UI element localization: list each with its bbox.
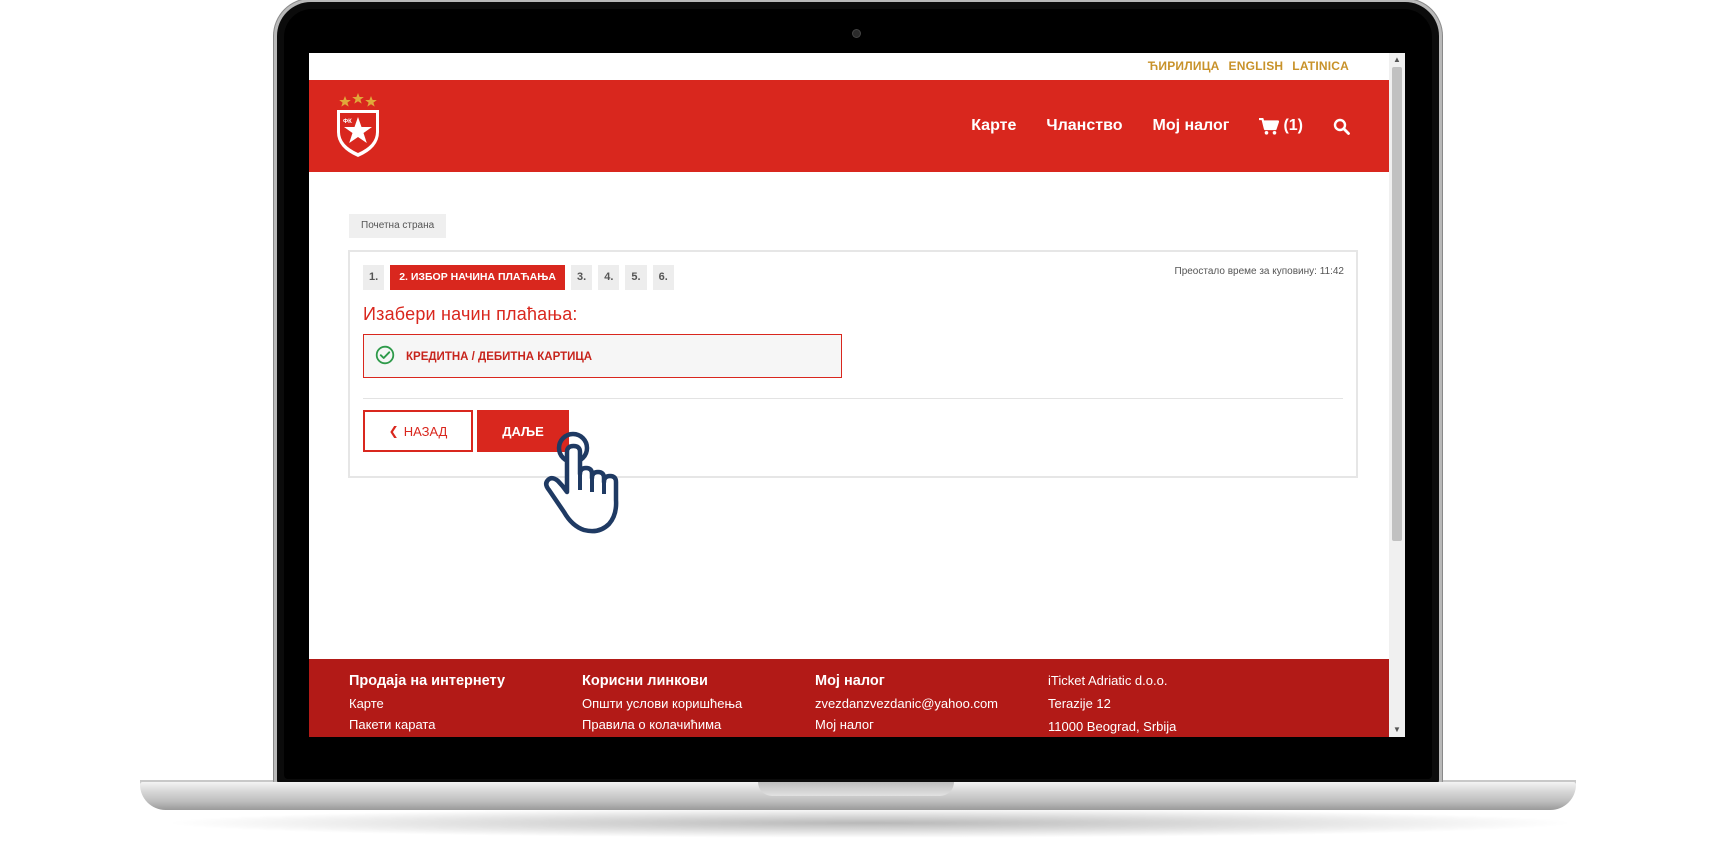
site-header: ФК Карте Чланство Мој налог (1) [309,80,1389,172]
footer-col-title: Продаја на интернету [349,673,506,689]
breadcrumb[interactable]: Почетна страна [349,214,447,238]
footer-street: Terazije 12 [1048,696,1111,711]
laptop-notch [758,782,954,796]
cart-icon [1259,117,1280,135]
nav-my-account[interactable]: Мој налог [1152,117,1229,135]
screen: ЋИРИЛИЦА ENGLISH LATINICA ФК Карте Чланс… [309,53,1405,737]
divider [363,398,1343,399]
svg-text:ФК: ФК [343,119,352,125]
search-button[interactable] [1333,118,1350,135]
footer-col-my-account: Мој налог zvezdanzvezdanic@yahoo.com Мој… [815,673,998,737]
payment-heading: Изабери начин плаћања: [363,304,578,324]
camera [853,30,860,37]
back-button[interactable]: ❮ НАЗАД [363,410,473,452]
scroll-down-arrow[interactable]: ▼ [1389,723,1405,737]
footer-col-useful-links: Корисни линкови Општи услови коришћења П… [582,673,742,737]
main-nav: Карте Чланство Мој налог (1) [941,80,1350,172]
footer-col-title: Корисни линкови [582,673,708,689]
lang-english-link[interactable]: ENGLISH [1229,59,1284,73]
footer-user-email[interactable]: zvezdanzvezdanic@yahoo.com [815,696,998,711]
lang-latin-link[interactable]: LATINICA [1292,59,1349,73]
payment-option-card[interactable]: КРЕДИТНА / ДЕБИТНА КАРТИЦА [363,334,842,378]
chevron-left-icon: ❮ [388,424,399,438]
footer-link-ticket-packages[interactable]: Пакети карата [349,717,505,732]
footer-city: 11000 Beograd, Srbija [1048,719,1177,734]
footer-link-tickets[interactable]: Карте [349,696,505,711]
checkout-steps: 1. 2. ИЗБОР НАЧИНА ПЛАЋАЊА 3. 4. 5. 6. [363,265,674,290]
nav-tickets[interactable]: Карте [971,117,1016,135]
footer-col-online-sales: Продаја на интернету Карте Пакети карата [349,673,505,737]
footer-link-cookies[interactable]: Правила о колачићима [582,717,742,732]
footer-link-my-account[interactable]: Мој налог [815,717,998,732]
nav-membership[interactable]: Чланство [1046,117,1122,135]
step-1[interactable]: 1. [363,265,385,290]
step-3: 3. [571,265,593,290]
footer-company-name: iTicket Adriatic d.o.o. [1048,673,1168,688]
payment-option-label: КРЕДИТНА / ДЕБИТНА КАРТИЦА [406,351,593,363]
web-page: ЋИРИЛИЦА ENGLISH LATINICA ФК Карте Чланс… [309,53,1389,737]
cart-button[interactable]: (1) [1259,117,1303,135]
search-icon [1333,118,1350,135]
hand-pointer-icon [544,431,619,534]
footer-link-terms[interactable]: Општи услови коришћења [582,696,742,711]
language-links: ЋИРИЛИЦА ENGLISH LATINICA [1148,59,1349,73]
cart-count: (1) [1283,117,1303,134]
step-6: 6. [652,265,674,290]
scroll-up-arrow[interactable]: ▲ [1389,53,1405,67]
step-5: 5. [625,265,647,290]
footer-col-address: iTicket Adriatic d.o.o. Terazije 12 1100… [1048,673,1176,737]
footer-col-title: Мој налог [815,673,885,689]
page-scrollbar[interactable]: ▲ ▼ [1389,53,1405,737]
checkout-panel: 1. 2. ИЗБОР НАЧИНА ПЛАЋАЊА 3. 4. 5. 6. П… [348,250,1358,478]
check-circle-icon [375,345,395,365]
purchase-timer: Преостало време за куповину: 11:42 [1174,266,1345,277]
step-2-active[interactable]: 2. ИЗБОР НАЧИНА ПЛАЋАЊА [390,265,566,290]
site-footer: Продаја на интернету Карте Пакети карата… [309,659,1389,737]
scroll-thumb[interactable] [1392,67,1402,541]
step-4: 4. [598,265,620,290]
back-button-label: НАЗАД [403,423,448,439]
red-star-crest-icon[interactable]: ФК [334,90,382,160]
lang-cyrillic-link[interactable]: ЋИРИЛИЦА [1148,59,1220,73]
laptop-shadow [160,808,1580,838]
language-bar: ЋИРИЛИЦА ENGLISH LATINICA [309,53,1389,80]
